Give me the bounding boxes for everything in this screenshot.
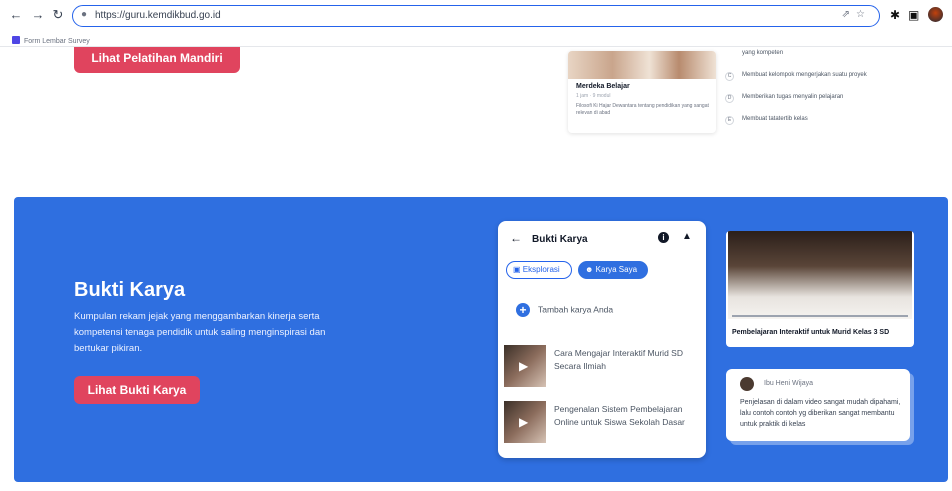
tab-label: Karya Saya — [595, 265, 638, 274]
lock-icon: ● — [81, 9, 88, 20]
bell-icon[interactable]: ▲ — [682, 231, 692, 242]
option-letter: D — [725, 94, 734, 103]
back-icon[interactable]: ← — [8, 7, 24, 23]
extensions-icon[interactable]: ✱ — [890, 8, 900, 22]
plus-icon: + — [516, 303, 530, 317]
card-meta: 1 jam · 9 modul — [576, 93, 611, 99]
bookmark-label: Form Lembar Survey — [24, 38, 90, 45]
option-item[interactable]: yang kompeten — [722, 49, 922, 71]
reload-icon[interactable]: ↻ — [50, 7, 66, 23]
video-progress-bar[interactable] — [732, 315, 908, 317]
video-frame — [728, 231, 912, 319]
answer-options: yang kompeten C Membuat kelompok mengerj… — [722, 49, 922, 137]
video-caption: Pembelajaran Interaktif untuk Murid Kela… — [732, 329, 890, 336]
tab-eksplorasi[interactable]: ▣ Eksplorasi — [506, 261, 572, 279]
option-item[interactable]: E Membuat tatatertib kelas — [722, 115, 922, 137]
tab-label: Eksplorasi — [522, 265, 560, 274]
share-icon[interactable]: ⇗☆ — [842, 9, 871, 20]
option-text: yang kompeten — [742, 50, 784, 56]
info-icon[interactable]: i — [658, 232, 669, 243]
back-arrow-icon[interactable]: ← — [510, 231, 522, 245]
card-description: Filosofi Ki Hajar Dewantara tentang pend… — [576, 103, 709, 116]
profile-avatar[interactable] — [928, 7, 943, 22]
comment-text: Penjelasan di dalam video sangat mudah d… — [740, 399, 901, 428]
tab-karya-saya[interactable]: ☻ Karya Saya — [578, 261, 648, 279]
card-title: Merdeka Belajar — [576, 83, 630, 90]
option-item[interactable]: D Memberikan tugas menyalin pelajaran — [722, 93, 922, 115]
play-icon: ▶ — [519, 415, 529, 429]
url-text: https://guru.kemdikbud.go.id — [95, 10, 221, 21]
comment-card: Ibu Heni Wijaya Penjelasan di dalam vide… — [726, 369, 910, 441]
app-title: Bukti Karya — [532, 234, 588, 245]
app-preview-card: ← Bukti Karya i ▲ ▣ Eksplorasi ☻ Karya S… — [498, 221, 706, 458]
bukti-karya-section: Bukti Karya Kumpulan rekam jejak yang me… — [14, 197, 948, 482]
add-karya-button[interactable]: + Tambah karya Anda — [516, 303, 613, 317]
merdeka-belajar-card[interactable]: Merdeka Belajar 1 jam · 9 modul Filosofi… — [568, 51, 716, 133]
avatar — [740, 377, 754, 391]
image-icon: ▣ — [513, 265, 521, 274]
commenter-name: Ibu Heni Wijaya — [764, 380, 814, 387]
video-list-item[interactable]: ▶ Cara Mengajar Interaktif Murid SD Seca… — [504, 345, 696, 389]
students-image — [568, 51, 716, 79]
option-item[interactable]: C Membuat kelompok mengerjakan suatu pro… — [722, 71, 922, 93]
add-label: Tambah karya Anda — [538, 304, 614, 315]
lihat-pelatihan-button[interactable]: Lihat Pelatihan Mandiri — [74, 47, 240, 73]
form-icon — [12, 36, 20, 44]
video-list-item[interactable]: ▶ Pengenalan Sistem Pembelajaran Online … — [504, 401, 696, 445]
option-letter: E — [725, 116, 734, 125]
option-text: Memberikan tugas menyalin pelajaran — [742, 94, 844, 100]
sidepanel-icon[interactable]: ▣ — [908, 8, 919, 22]
video-title: Pengenalan Sistem Pembelajaran Online un… — [554, 404, 685, 427]
option-letter: C — [725, 72, 734, 81]
top-content: Lihat Pelatihan Mandiri Merdeka Belajar … — [6, 47, 946, 177]
play-icon: ▶ — [519, 359, 529, 373]
address-bar[interactable]: ● https://guru.kemdikbud.go.id ⇗☆ — [72, 5, 880, 27]
option-text: Membuat kelompok mengerjakan suatu proye… — [742, 72, 867, 78]
users-icon: ☻ — [585, 265, 594, 274]
bookmark-item[interactable]: Form Lembar Survey — [12, 36, 90, 45]
section-description: Kumpulan rekam jejak yang menggambarkan … — [74, 311, 326, 354]
featured-video-card[interactable]: Pembelajaran Interaktif untuk Murid Kela… — [726, 231, 914, 347]
lihat-bukti-karya-button[interactable]: Lihat Bukti Karya — [74, 376, 200, 404]
video-title: Cara Mengajar Interaktif Murid SD Secara… — [554, 348, 683, 371]
option-text: Membuat tatatertib kelas — [742, 116, 808, 122]
section-title: Bukti Karya — [74, 279, 186, 301]
browser-toolbar: ← → ↻ ● https://guru.kemdikbud.go.id ⇗☆ … — [0, 0, 952, 47]
forward-icon[interactable]: → — [30, 7, 46, 23]
